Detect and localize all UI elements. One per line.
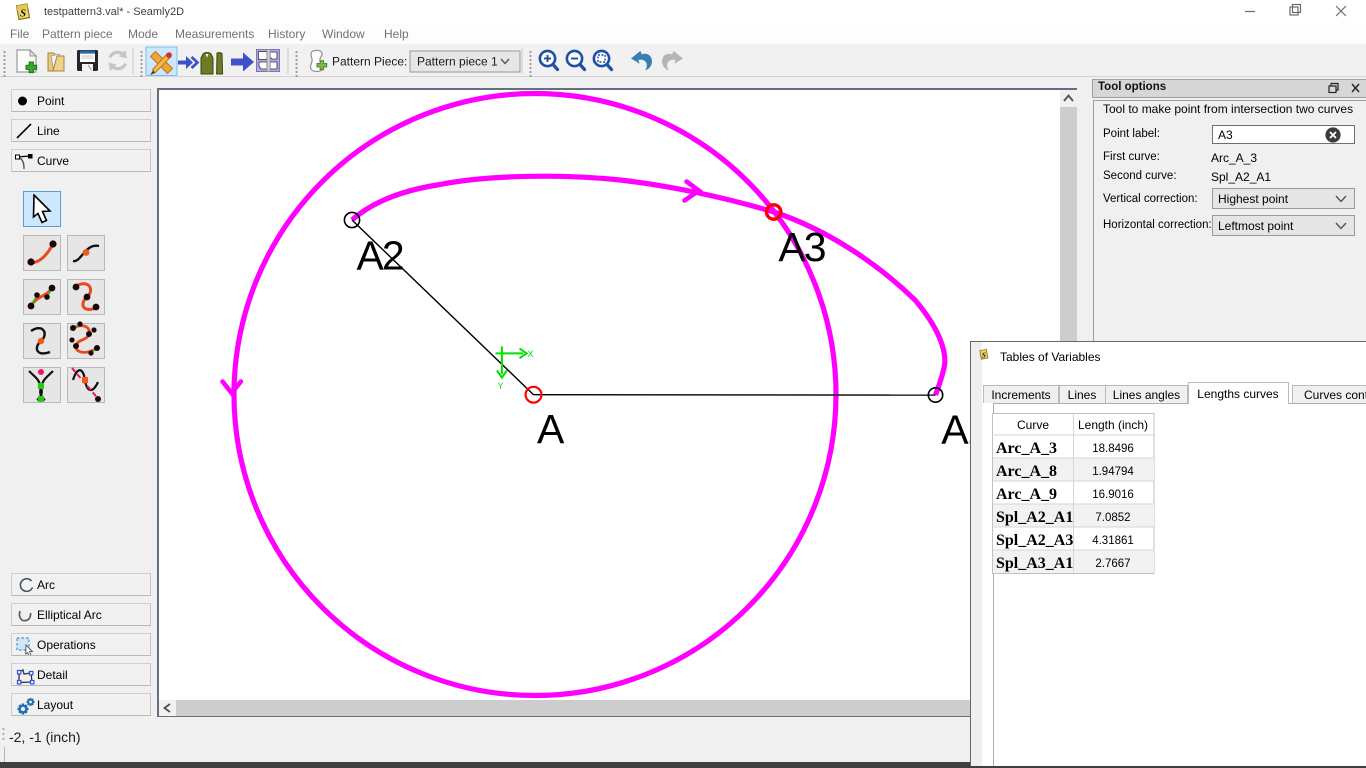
svg-text:Pattern piece 1: Pattern piece 1 <box>417 55 498 69</box>
svg-text:A1: A1 <box>941 406 987 452</box>
svg-text:X: X <box>528 349 534 359</box>
svg-text:A2: A2 <box>357 233 403 279</box>
svg-text:A3: A3 <box>778 224 824 270</box>
svg-text:Y: Y <box>498 381 504 391</box>
svg-text:S: S <box>20 8 26 20</box>
svg-text:A: A <box>537 406 565 452</box>
svg-text:Pattern Piece:: Pattern Piece: <box>332 55 407 69</box>
